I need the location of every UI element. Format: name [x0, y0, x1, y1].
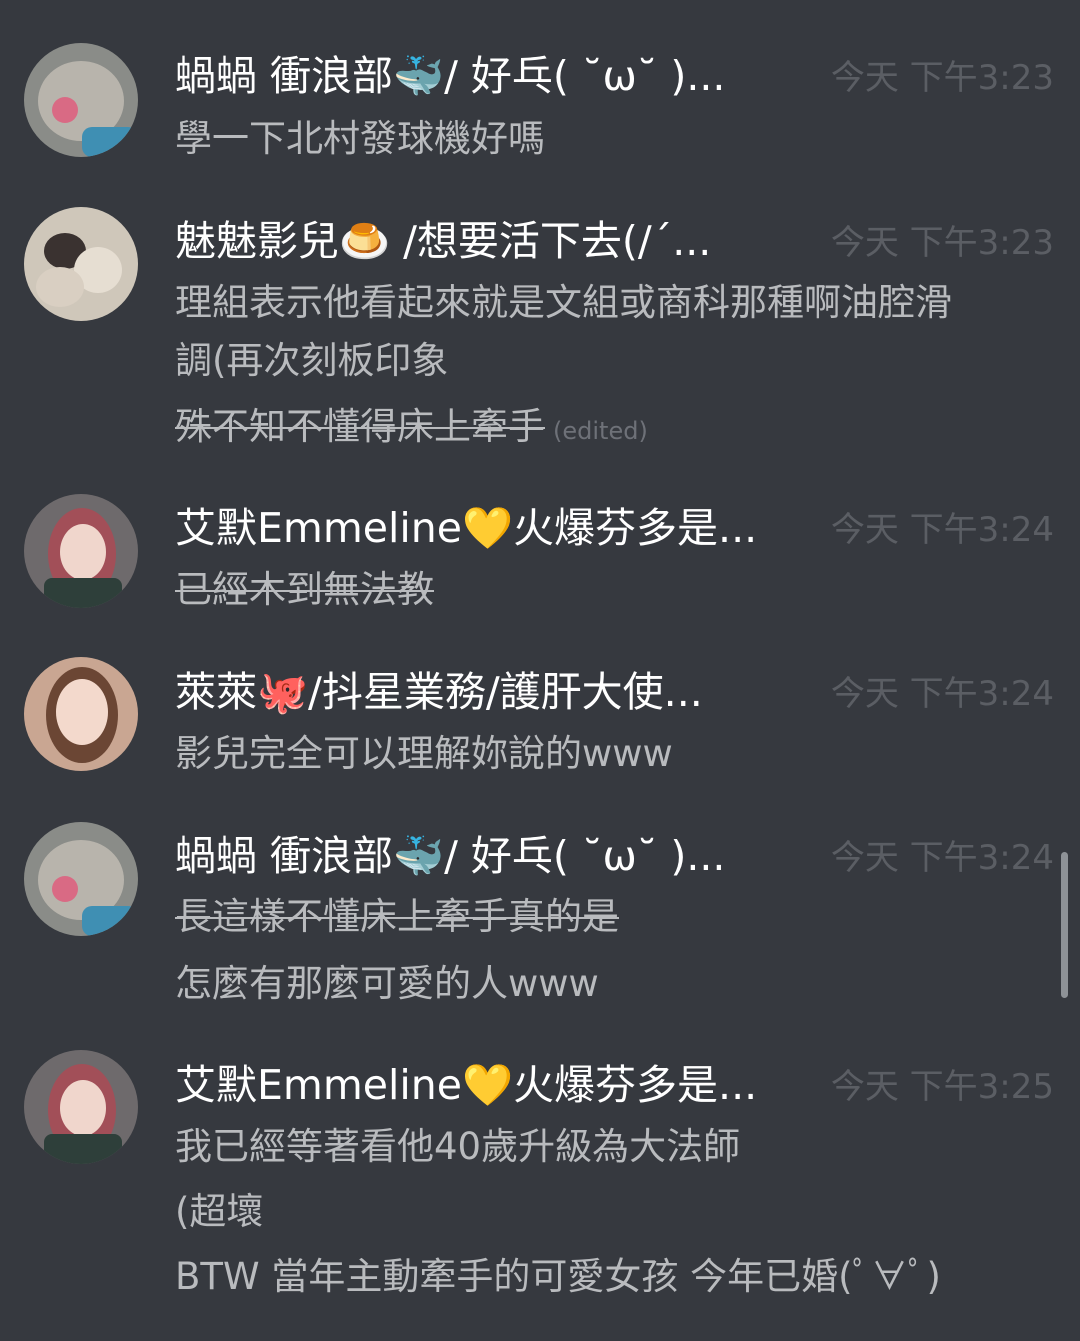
message-text: (超壞: [175, 1190, 264, 1233]
timestamp: 今天 下午3:25: [830, 1067, 1054, 1107]
username[interactable]: 艾默Emmeline💛火爆芬多是...: [175, 1057, 805, 1113]
message-group: 艾默Emmeline💛火爆芬多是... 今天 下午3:25 我已經等著看他40歲…: [0, 0, 1080, 1341]
chat-message-list[interactable]: 蝸蝸 衝浪部🐳/ 好乓( ˘ω˘ )... 今天 下午3:23 學一下北村發球機…: [0, 0, 1080, 1341]
avatar[interactable]: [24, 1050, 138, 1164]
message-text: BTW 當年主動牽手的可愛女孩 今年已婚(ﾟ∀ﾟ): [175, 1255, 941, 1298]
message-text: 我已經等著看他40歲升級為大法師: [175, 1125, 741, 1168]
scrollbar-thumb[interactable]: [1061, 852, 1068, 998]
message-header: 艾默Emmeline💛火爆芬多是... 今天 下午3:25: [175, 1057, 1056, 1113]
